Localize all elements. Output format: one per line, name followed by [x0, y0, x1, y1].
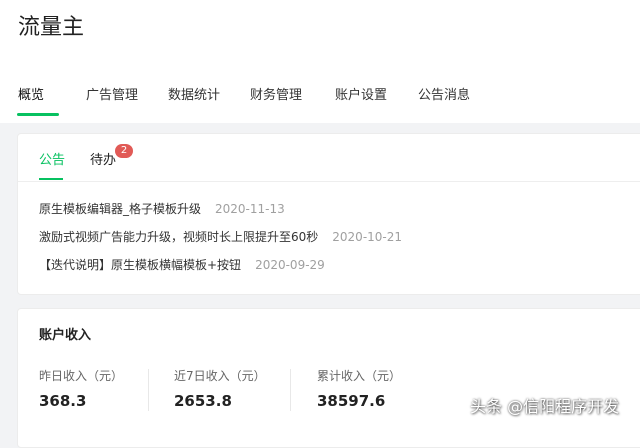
top-bar: 流量主 概览 广告管理 数据统计 财务管理 账户设置 公告消息: [0, 0, 640, 123]
tab-announcement[interactable]: 公告: [39, 151, 65, 171]
nav-item-overview[interactable]: 概览: [18, 86, 44, 106]
app-title: 流量主: [18, 15, 85, 40]
notice-date: 2020-10-21: [332, 230, 403, 244]
stat-cumulative: 累计收入（元） 38597.6: [317, 367, 401, 412]
stat-last-7-days: 近7日收入（元） 2653.8: [174, 367, 266, 412]
nav-item-finance[interactable]: 财务管理: [250, 86, 302, 106]
stat-divider: [148, 369, 149, 411]
notice-title: 原生模板编辑器_格子模板升级: [39, 202, 202, 216]
income-card: 账户收入 昨日收入（元） 368.3 近7日收入（元） 2653.8 累计收入（…: [17, 308, 640, 448]
stat-yesterday: 昨日收入（元） 368.3: [39, 367, 123, 412]
notice-item[interactable]: 原生模板编辑器_格子模板升级 2020-11-13: [39, 200, 285, 218]
notice-date: 2020-11-13: [215, 202, 285, 216]
notice-date: 2020-09-29: [255, 258, 325, 272]
notice-title: 激励式视频广告能力升级，视频时长上限提升至60秒: [39, 230, 319, 244]
stat-label: 累计收入（元）: [317, 369, 402, 383]
notice-card: 公告 待办 2 原生模板编辑器_格子模板升级 2020-11-13 激励式视频广告…: [17, 133, 640, 295]
notice-divider: [18, 181, 640, 182]
nav-active-indicator: [17, 113, 59, 116]
todo-count-badge: 2: [115, 144, 133, 158]
nav-item-ad-management[interactable]: 广告管理: [86, 86, 138, 106]
tab-todo[interactable]: 待办: [90, 151, 116, 171]
stat-value: 2653.8: [174, 392, 232, 410]
watermark: 头条 @信阳程序开发: [470, 397, 620, 416]
stat-divider: [290, 369, 291, 411]
nav-item-account-settings[interactable]: 账户设置: [335, 86, 387, 106]
stat-label: 近7日收入（元）: [174, 369, 266, 383]
stat-label: 昨日收入（元）: [39, 369, 124, 383]
main-nav: 概览 广告管理 数据统计 财务管理 账户设置 公告消息: [0, 86, 640, 122]
nav-item-announcements[interactable]: 公告消息: [418, 86, 470, 106]
notice-item[interactable]: 【迭代说明】原生模板横幅模板+按钮 2020-09-29: [39, 256, 325, 274]
notice-item[interactable]: 激励式视频广告能力升级，视频时长上限提升至60秒 2020-10-21: [39, 228, 402, 246]
stat-value: 368.3: [39, 392, 87, 410]
nav-item-data-statistics[interactable]: 数据统计: [168, 86, 220, 106]
notice-title: 【迭代说明】原生模板横幅模板+按钮: [39, 258, 242, 272]
income-title: 账户收入: [39, 328, 92, 343]
stat-value: 38597.6: [317, 392, 386, 410]
tab-active-indicator: [39, 178, 63, 180]
